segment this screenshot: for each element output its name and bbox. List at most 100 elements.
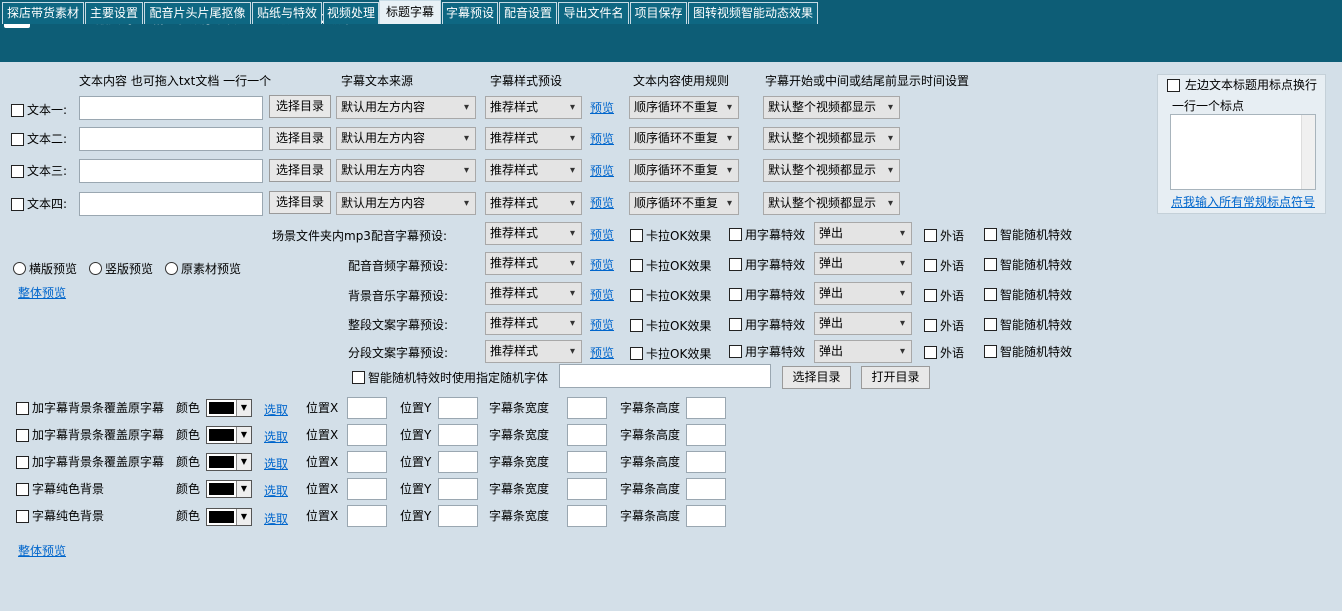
text-2-time-select[interactable]: 默认整个视频都显示 ▾ <box>763 127 900 150</box>
preset-3-effect-select[interactable]: 弹出 ▾ <box>814 282 912 305</box>
bg-4-pick-link[interactable]: 选取 <box>264 483 288 499</box>
text-2-source-select[interactable]: 默认用左方内容 ▾ <box>336 127 476 150</box>
text-1-style-select[interactable]: 推荐样式 ▾ <box>485 96 582 119</box>
text-2-rule-select[interactable]: 顺序循环不重复 ▾ <box>629 127 739 150</box>
bg-2-width-input[interactable] <box>567 424 607 446</box>
text-3-source-select[interactable]: 默认用左方内容 ▾ <box>336 159 476 182</box>
overall-preview-bottom-link[interactable]: 整体预览 <box>18 543 66 559</box>
preset-4-effect-select[interactable]: 弹出 ▾ <box>814 312 912 335</box>
bg-2-x-input[interactable] <box>347 424 387 446</box>
random-font-input[interactable] <box>559 364 771 388</box>
preset-4-style-select[interactable]: 推荐样式 ▾ <box>485 312 582 335</box>
preset-4-smart-checkbox[interactable] <box>984 318 997 331</box>
bg-1-y-input[interactable] <box>438 397 478 419</box>
preset-4-foreign-checkbox[interactable] <box>924 319 937 332</box>
text-1-input[interactable] <box>79 96 263 120</box>
tab-main-settings[interactable]: 主要设置 <box>85 2 143 24</box>
text-1-preview-link[interactable]: 预览 <box>590 100 614 116</box>
text-3-input[interactable] <box>79 159 263 183</box>
preset-5-effect-select[interactable]: 弹出 ▾ <box>814 340 912 363</box>
bg-3-x-input[interactable] <box>347 451 387 473</box>
tab-store-material[interactable]: 探店带货素材 <box>2 2 84 24</box>
text-3-style-select[interactable]: 推荐样式 ▾ <box>485 159 582 182</box>
preset-5-karaoke-checkbox[interactable] <box>630 347 643 360</box>
bg-5-y-input[interactable] <box>438 505 478 527</box>
preset-3-foreign-checkbox[interactable] <box>924 289 937 302</box>
preset-2-karaoke-checkbox[interactable] <box>630 259 643 272</box>
bg-4-y-input[interactable] <box>438 478 478 500</box>
text-2-select-dir-button[interactable]: 选择目录 <box>269 127 331 150</box>
preset-3-effect-checkbox[interactable] <box>729 288 742 301</box>
text-2-input[interactable] <box>79 127 263 151</box>
bg-3-height-input[interactable] <box>686 451 726 473</box>
preset-3-preview-link[interactable]: 预览 <box>590 287 614 303</box>
text-3-checkbox[interactable] <box>11 165 24 178</box>
preset-5-effect-checkbox[interactable] <box>729 345 742 358</box>
tab-export-filename[interactable]: 导出文件名 <box>558 2 629 24</box>
preset-1-style-select[interactable]: 推荐样式 ▾ <box>485 222 582 245</box>
bg-1-pick-link[interactable]: 选取 <box>264 402 288 418</box>
preset-1-smart-checkbox[interactable] <box>984 228 997 241</box>
preset-3-style-select[interactable]: 推荐样式 ▾ <box>485 282 582 305</box>
preset-2-style-select[interactable]: 推荐样式 ▾ <box>485 252 582 275</box>
preset-2-foreign-checkbox[interactable] <box>924 259 937 272</box>
bg-4-height-input[interactable] <box>686 478 726 500</box>
preset-1-karaoke-checkbox[interactable] <box>630 229 643 242</box>
bg-5-checkbox[interactable] <box>16 510 29 523</box>
bg-2-checkbox[interactable] <box>16 429 29 442</box>
preset-5-style-select[interactable]: 推荐样式 ▾ <box>485 340 582 363</box>
preset-3-karaoke-checkbox[interactable] <box>630 289 643 302</box>
punctuation-textarea[interactable] <box>1170 114 1316 190</box>
text-2-preview-link[interactable]: 预览 <box>590 131 614 147</box>
preset-5-smart-checkbox[interactable] <box>984 345 997 358</box>
font-open-dir-button[interactable]: 打开目录 <box>861 366 930 389</box>
preset-1-preview-link[interactable]: 预览 <box>590 227 614 243</box>
tab-project-save[interactable]: 项目保存 <box>630 2 687 24</box>
preset-1-effect-checkbox[interactable] <box>729 228 742 241</box>
preset-4-effect-checkbox[interactable] <box>729 318 742 331</box>
text-1-source-select[interactable]: 默认用左方内容 ▾ <box>336 96 476 119</box>
text-3-preview-link[interactable]: 预览 <box>590 163 614 179</box>
bg-1-checkbox[interactable] <box>16 402 29 415</box>
bg-2-y-input[interactable] <box>438 424 478 446</box>
bg-2-height-input[interactable] <box>686 424 726 446</box>
text-4-input[interactable] <box>79 192 263 216</box>
punctuation-input-link[interactable]: 点我输入所有常规标点符号 <box>1171 194 1315 210</box>
tab-image-to-video[interactable]: 图转视频智能动态效果 <box>688 2 818 24</box>
text-4-time-select[interactable]: 默认整个视频都显示 ▾ <box>763 192 900 215</box>
preset-1-effect-select[interactable]: 弹出 ▾ <box>814 222 912 245</box>
bg-4-x-input[interactable] <box>347 478 387 500</box>
text-1-checkbox[interactable] <box>11 104 24 117</box>
preset-4-preview-link[interactable]: 预览 <box>590 317 614 333</box>
preset-5-preview-link[interactable]: 预览 <box>590 345 614 361</box>
text-4-checkbox[interactable] <box>11 198 24 211</box>
bg-4-color-swatch[interactable]: ▼ <box>206 480 252 498</box>
text-2-checkbox[interactable] <box>11 133 24 146</box>
text-1-time-select[interactable]: 默认整个视频都显示 ▾ <box>763 96 900 119</box>
bg-3-color-swatch[interactable]: ▼ <box>206 453 252 471</box>
text-3-time-select[interactable]: 默认整个视频都显示 ▾ <box>763 159 900 182</box>
preset-2-preview-link[interactable]: 预览 <box>590 257 614 273</box>
text-4-source-select[interactable]: 默认用左方内容 ▾ <box>336 192 476 215</box>
preset-2-effect-select[interactable]: 弹出 ▾ <box>814 252 912 275</box>
radio-landscape-preview[interactable] <box>13 262 26 275</box>
radio-portrait-preview[interactable] <box>89 262 102 275</box>
tab-video-processing[interactable]: 视频处理 <box>323 2 379 24</box>
bg-4-checkbox[interactable] <box>16 483 29 496</box>
text-2-style-select[interactable]: 推荐样式 ▾ <box>485 127 582 150</box>
bg-3-checkbox[interactable] <box>16 456 29 469</box>
bg-1-x-input[interactable] <box>347 397 387 419</box>
bg-2-color-swatch[interactable]: ▼ <box>206 426 252 444</box>
text-4-style-select[interactable]: 推荐样式 ▾ <box>485 192 582 215</box>
overall-preview-link[interactable]: 整体预览 <box>18 285 66 301</box>
tab-title-subtitle[interactable]: 标题字幕 <box>379 0 441 24</box>
text-4-select-dir-button[interactable]: 选择目录 <box>269 191 331 214</box>
bg-5-width-input[interactable] <box>567 505 607 527</box>
preset-1-foreign-checkbox[interactable] <box>924 229 937 242</box>
text-3-rule-select[interactable]: 顺序循环不重复 ▾ <box>629 159 739 182</box>
tab-dub-intro-outro[interactable]: 配音片头片尾抠像 <box>144 2 251 24</box>
bg-3-width-input[interactable] <box>567 451 607 473</box>
bg-3-y-input[interactable] <box>438 451 478 473</box>
tab-stickers-effects[interactable]: 贴纸与特效 <box>252 2 322 24</box>
bg-3-pick-link[interactable]: 选取 <box>264 456 288 472</box>
